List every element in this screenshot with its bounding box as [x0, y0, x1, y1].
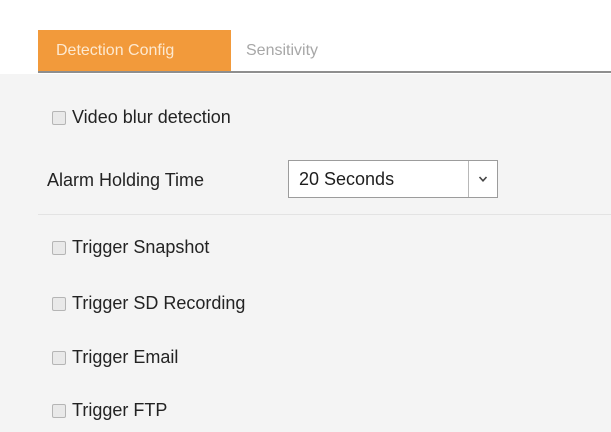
trigger-ftp-label: Trigger FTP [72, 400, 168, 420]
tab-bar: Detection Config Sensitivity [0, 0, 611, 74]
trigger-snapshot-checkbox[interactable] [52, 240, 66, 255]
trigger-snapshot-label: Trigger Snapshot [72, 237, 210, 257]
tab-detection-config[interactable]: Detection Config [38, 30, 231, 71]
alarm-holding-time-value: 20 Seconds [299, 168, 395, 189]
trigger-email-checkbox[interactable] [52, 350, 66, 365]
chevron-down-icon-glyph [478, 176, 488, 182]
trigger-sd-recording-option[interactable]: Trigger SD Recording [52, 293, 245, 314]
video-blur-detection-checkbox[interactable] [52, 110, 66, 125]
tab-bar-underline [38, 71, 611, 73]
trigger-sd-recording-checkbox[interactable] [52, 296, 66, 311]
trigger-email-option[interactable]: Trigger Email [52, 347, 178, 368]
video-blur-detection-label: Video blur detection [72, 107, 231, 127]
tab-sensitivity-label: Sensitivity [246, 41, 319, 59]
tab-detection-config-label: Detection Config [56, 41, 175, 59]
trigger-snapshot-option[interactable]: Trigger Snapshot [52, 237, 209, 258]
chevron-down-icon[interactable] [468, 161, 497, 197]
video-blur-detection-option[interactable]: Video blur detection [52, 107, 231, 128]
alarm-holding-time-select[interactable]: 20 Seconds [288, 160, 498, 198]
trigger-email-label: Trigger Email [72, 347, 179, 367]
trigger-sd-recording-label: Trigger SD Recording [72, 293, 246, 313]
trigger-ftp-checkbox[interactable] [52, 403, 66, 418]
detection-settings-panel: Detection Config Sensitivity Video blur … [0, 0, 611, 432]
alarm-holding-time-label: Alarm Holding Time [47, 170, 205, 190]
section-divider [38, 214, 611, 215]
trigger-ftp-option[interactable]: Trigger FTP [52, 400, 167, 421]
tab-sensitivity[interactable]: Sensitivity [246, 30, 318, 71]
